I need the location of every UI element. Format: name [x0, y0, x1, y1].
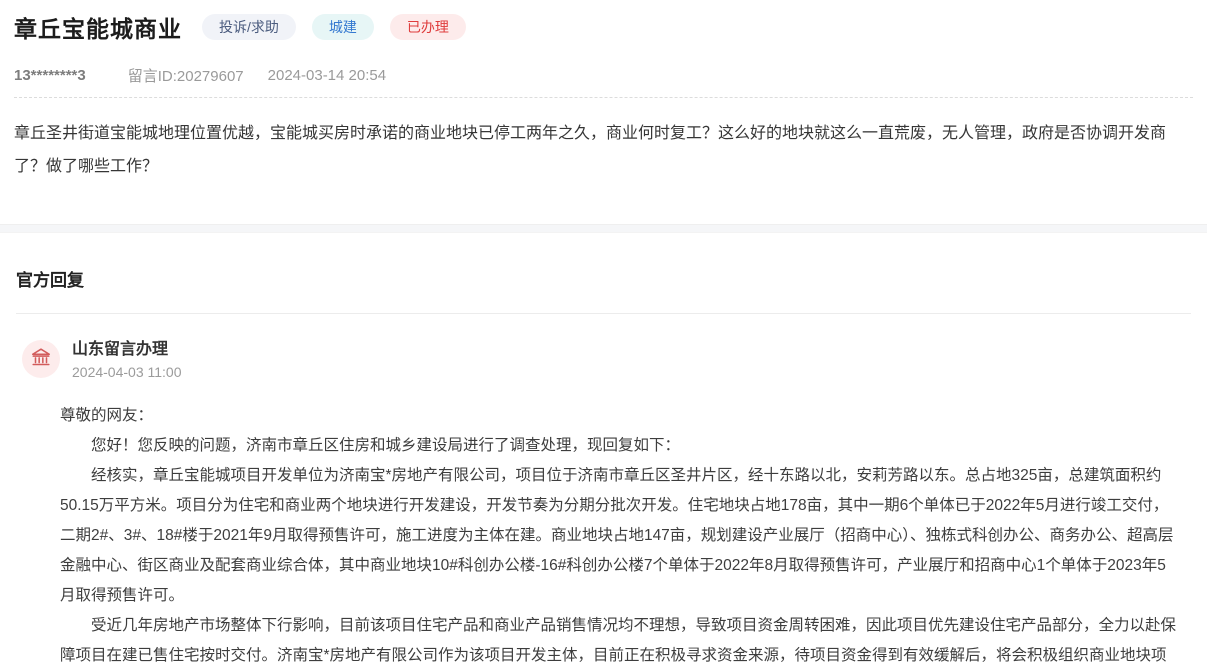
dashed-divider	[14, 97, 1193, 98]
reply-timestamp: 2024-04-03 11:00	[72, 364, 182, 380]
message-meta: 13********3 留言ID:20279607 2024-03-14 20:…	[14, 65, 1193, 86]
section-separator-band	[0, 224, 1207, 233]
reply-title-divider	[16, 313, 1191, 314]
author-phone: 13********3	[14, 67, 86, 84]
reply-paragraph: 受近几年房地产市场整体下行影响，目前该项目住宅产品和商业产品销售情况均不理想，导…	[60, 611, 1177, 667]
tag-complaint[interactable]: 投诉/求助	[202, 14, 296, 40]
agency-avatar	[22, 340, 60, 378]
tag-status[interactable]: 已办理	[390, 14, 466, 40]
reply-header: 山东留言办理 2024-04-03 11:00	[16, 340, 1191, 380]
reply-paragraph: 您好！您反映的问题，济南市章丘区住房和城乡建设局进行了调查处理，现回复如下：	[60, 431, 1177, 461]
page-title: 章丘宝能城商业	[14, 10, 182, 44]
title-row: 章丘宝能城商业 投诉/求助 城建 已办理	[14, 10, 1193, 44]
message-id: 留言ID:20279607	[128, 65, 244, 86]
message-timestamp: 2024-03-14 20:54	[268, 67, 386, 84]
reply-paragraph: 尊敬的网友：	[60, 401, 1177, 431]
reply-paragraph: 经核实，章丘宝能城项目开发单位为济南宝*房地产有限公司，项目位于济南市章丘区圣井…	[60, 461, 1177, 611]
question-section: 章丘宝能城商业 投诉/求助 城建 已办理 13********3 留言ID:20…	[0, 0, 1207, 183]
reply-body: 尊敬的网友： 您好！您反映的问题，济南市章丘区住房和城乡建设局进行了调查处理，现…	[60, 401, 1177, 667]
agency-name: 山东留言办理	[72, 340, 182, 360]
agency-block: 山东留言办理 2024-04-03 11:00	[72, 340, 182, 380]
government-building-icon	[30, 346, 52, 373]
tag-list: 投诉/求助 城建 已办理	[202, 14, 466, 40]
tag-category[interactable]: 城建	[312, 14, 374, 40]
official-reply-section: 官方回复 山东留言办理 2024-04-03 11:00 尊敬的网友： 您	[0, 266, 1207, 667]
question-body: 章丘圣井街道宝能城地理位置优越，宝能城买房时承诺的商业地块已停工两年之久，商业何…	[14, 117, 1193, 183]
reply-section-title: 官方回复	[16, 266, 1191, 291]
